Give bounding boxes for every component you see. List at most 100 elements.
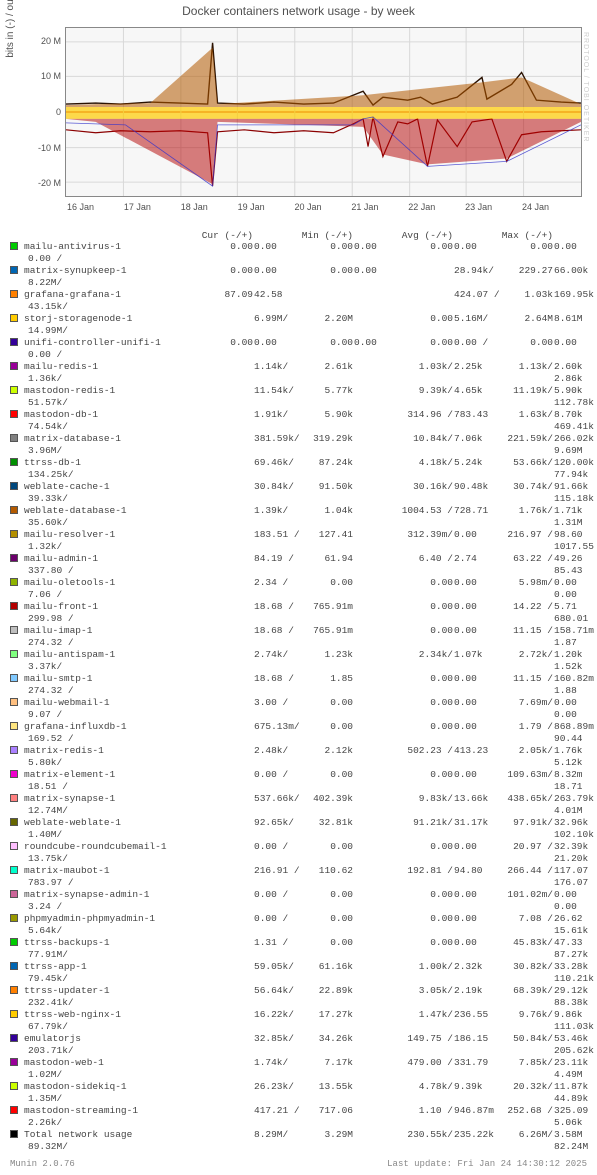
legend-row: mailu-antivirus-10.000.000.000.000.000.0…	[10, 241, 587, 253]
series-name: mailu-front-1	[20, 601, 195, 613]
color-swatch	[10, 578, 18, 586]
series-fill-out1	[66, 107, 581, 112]
series-name: mastodon-web-1	[20, 1057, 195, 1069]
color-swatch	[10, 674, 18, 682]
legend-row-cont: 203.71k/205.62k	[10, 1045, 587, 1057]
xtick: 16 Jan	[67, 202, 94, 212]
color-swatch	[10, 842, 18, 850]
legend-row: ttrss-updater-156.64k/22.89k3.05k/2.19k6…	[10, 985, 587, 997]
color-swatch	[10, 1058, 18, 1066]
series-name: storj-storagenode-1	[20, 313, 195, 325]
rrdtool-watermark: RRDTOOL / TOBI OETIKER	[582, 32, 589, 142]
xtick: 20 Jan	[294, 202, 321, 212]
series-name: matrix-synupkeep-1	[20, 265, 195, 277]
series-name: mastodon-sidekiq-1	[20, 1081, 195, 1093]
ytick: 0	[56, 107, 61, 117]
color-swatch	[10, 1010, 18, 1018]
color-swatch	[10, 1082, 18, 1090]
series-name: emulatorjs	[20, 1033, 195, 1045]
legend-header: Cur (-/+) Min (-/+) Avg (-/+) Max (-/+)	[10, 230, 587, 241]
series-name: mastodon-db-1	[20, 409, 195, 421]
legend-row-cont: 18.51 /18.71	[10, 781, 587, 793]
color-swatch	[10, 266, 18, 274]
legend-row: ttrss-app-159.05k/61.16k1.00k/2.32k30.82…	[10, 961, 587, 973]
series-name: grafana-influxdb-1	[20, 721, 195, 733]
legend-table: Cur (-/+) Min (-/+) Avg (-/+) Max (-/+) …	[10, 230, 587, 1153]
color-swatch	[10, 1106, 18, 1114]
legend-row-cont: 9.07 /0.00	[10, 709, 587, 721]
color-swatch	[10, 890, 18, 898]
series-name: mailu-imap-1	[20, 625, 195, 637]
legend-row: storj-storagenode-16.99M/2.20M0.005.16M/…	[10, 313, 587, 325]
color-swatch	[10, 698, 18, 706]
last-update: Last update: Fri Jan 24 14:30:12 2025	[387, 1159, 587, 1169]
series-name: matrix-database-1	[20, 433, 195, 445]
legend-row-cont: 3.24 /0.00	[10, 901, 587, 913]
color-swatch	[10, 794, 18, 802]
legend-row-cont: 2.26k/5.06k	[10, 1117, 587, 1129]
series-name: mailu-antispam-1	[20, 649, 195, 661]
color-swatch	[10, 914, 18, 922]
legend-row: mailu-smtp-118.68 /1.850.000.0011.15 /16…	[10, 673, 587, 685]
ytick: 20 M	[41, 36, 61, 46]
series-name: phpmyadmin-phpmyadmin-1	[20, 913, 195, 925]
legend-row-cont: 74.54k/469.41k	[10, 421, 587, 433]
xtick: 24 Jan	[522, 202, 549, 212]
legend-row-cont: 89.32M/82.24M	[10, 1141, 587, 1153]
legend-row-cont: 77.91M/87.27k	[10, 949, 587, 961]
legend-row: matrix-synupkeep-10.000.000.000.0028.94k…	[10, 265, 587, 277]
legend-row-cont: 51.57k/112.78k	[10, 397, 587, 409]
legend-row: matrix-database-1381.59k/319.29k10.84k/7…	[10, 433, 587, 445]
color-swatch	[10, 986, 18, 994]
legend-row-cont: 13.75k/21.20k	[10, 853, 587, 865]
legend-row: mastodon-sidekiq-126.23k/13.55k4.78k/9.3…	[10, 1081, 587, 1093]
color-swatch	[10, 722, 18, 730]
munin-version: Munin 2.0.76	[10, 1159, 75, 1169]
series-name: mastodon-redis-1	[20, 385, 195, 397]
series-name: ttrss-backups-1	[20, 937, 195, 949]
legend-row: ttrss-web-nginx-116.22k/17.27k1.47k/236.…	[10, 1009, 587, 1021]
legend-row: grafana-influxdb-1675.13m/0.000.000.001.…	[10, 721, 587, 733]
color-swatch	[10, 938, 18, 946]
y-ticks: 20 M 10 M 0 -10 M -20 M	[27, 27, 61, 197]
legend-row-cont: 169.52 /90.44	[10, 733, 587, 745]
color-swatch	[10, 650, 18, 658]
series-name: weblate-weblate-1	[20, 817, 195, 829]
legend-row-cont: 337.80 /85.43	[10, 565, 587, 577]
ytick: -10 M	[38, 143, 61, 153]
color-swatch	[10, 338, 18, 346]
series-name: matrix-element-1	[20, 769, 195, 781]
color-swatch	[10, 458, 18, 466]
legend-row: Total network usage8.29M/3.29M230.55k/23…	[10, 1129, 587, 1141]
legend-row-cont: 3.96M/9.69M	[10, 445, 587, 457]
legend-row: mastodon-streaming-1417.21 /717.061.10 /…	[10, 1105, 587, 1117]
series-name: mailu-resolver-1	[20, 529, 195, 541]
legend-row-cont: 1.36k/2.86k	[10, 373, 587, 385]
legend-row: matrix-element-10.00 /0.000.000.00109.63…	[10, 769, 587, 781]
color-swatch	[10, 866, 18, 874]
legend-row: mastodon-redis-111.54k/5.77k9.39k/4.65k1…	[10, 385, 587, 397]
series-fill-in2	[66, 119, 581, 184]
legend-row: mailu-oletools-12.34 /0.000.000.005.98m/…	[10, 577, 587, 589]
series-fill-out2	[66, 48, 581, 107]
legend-row: grafana-grafana-187.0942.58424.07 /1.03k…	[10, 289, 587, 301]
color-swatch	[10, 602, 18, 610]
y-axis-label: bits in (-) / out (+) per second	[5, 0, 16, 58]
legend-row-cont: 274.32 /1.87	[10, 637, 587, 649]
xtick: 19 Jan	[238, 202, 265, 212]
legend-row: mastodon-web-11.74k/7.17k479.00 /331.797…	[10, 1057, 587, 1069]
color-swatch	[10, 962, 18, 970]
legend-row: matrix-synapse-1537.66k/402.39k9.83k/13.…	[10, 793, 587, 805]
legend-row-cont: 1.40M/102.10k	[10, 829, 587, 841]
series-name: mailu-antivirus-1	[20, 241, 195, 253]
legend-row-cont: 0.00 /	[10, 349, 587, 361]
legend-row-cont: 783.97 /176.07	[10, 877, 587, 889]
series-name: mailu-smtp-1	[20, 673, 195, 685]
legend-row: weblate-weblate-192.65k/32.81k91.21k/31.…	[10, 817, 587, 829]
ytick: 10 M	[41, 71, 61, 81]
legend-row: mailu-front-118.68 /765.91m0.000.0014.22…	[10, 601, 587, 613]
color-swatch	[10, 290, 18, 298]
ytick: -20 M	[38, 178, 61, 188]
color-swatch	[10, 530, 18, 538]
legend-row-cont: 39.33k/115.18k	[10, 493, 587, 505]
